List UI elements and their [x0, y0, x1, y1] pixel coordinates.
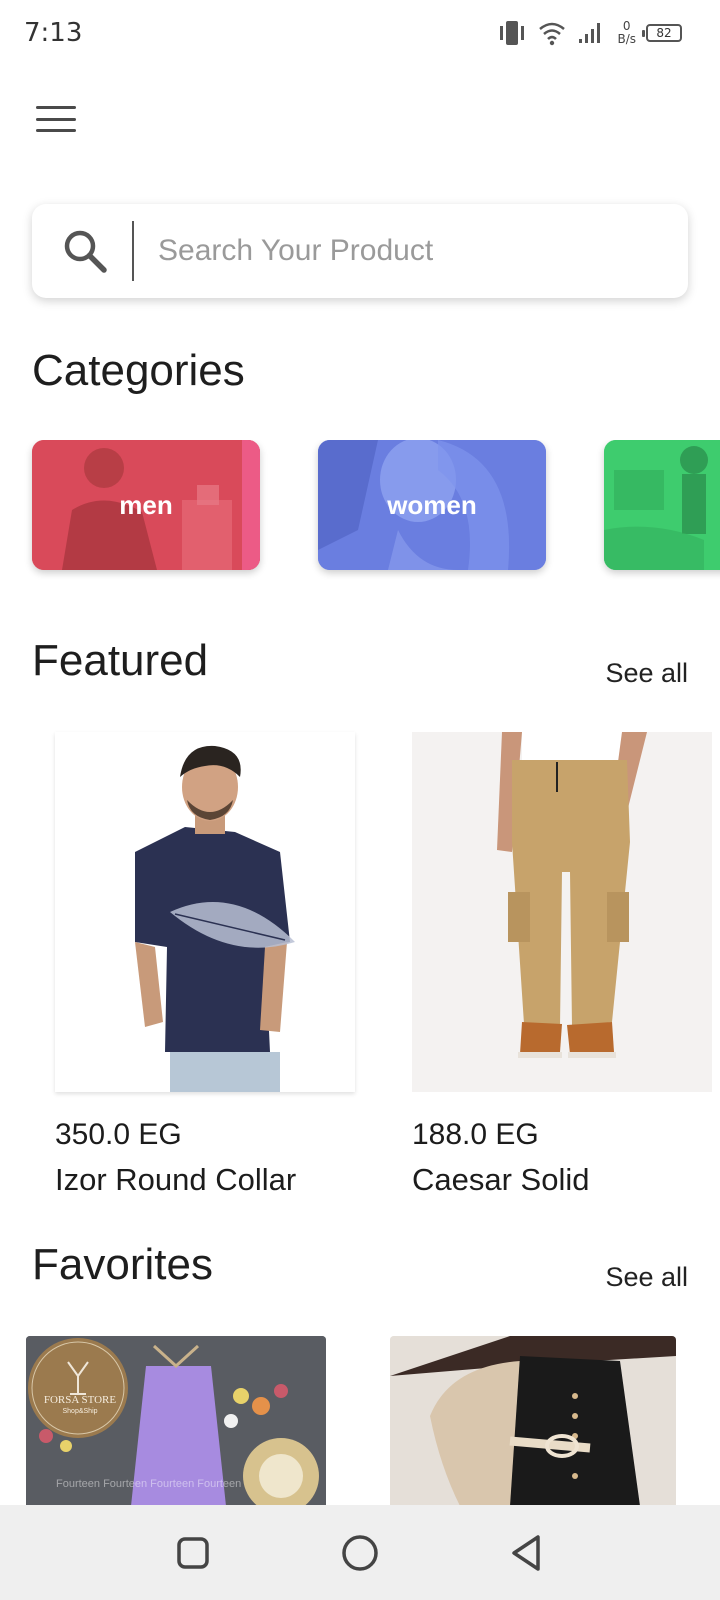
- menu-icon-line: [36, 106, 76, 109]
- featured-see-all-link[interactable]: See all: [605, 658, 688, 689]
- tshirt-product-image: [55, 732, 355, 1092]
- back-triangle-icon: [511, 1534, 540, 1571]
- product-price: 188.0 EG: [412, 1118, 539, 1151]
- wifi-icon: [539, 22, 566, 46]
- vibrate-icon: [500, 21, 525, 45]
- back-button[interactable]: [497, 1523, 557, 1583]
- store-badge-tagline: Shop&Ship: [62, 1408, 98, 1415]
- pants-product-image: [412, 732, 712, 1092]
- menu-icon-line: [36, 129, 76, 132]
- store-badge-name: FORSA STORE: [43, 1394, 117, 1406]
- search-input[interactable]: [158, 234, 638, 268]
- search-divider: [132, 221, 134, 281]
- featured-product-image[interactable]: [412, 732, 712, 1092]
- battery-icon: 82: [642, 24, 682, 42]
- home-button[interactable]: [330, 1523, 390, 1583]
- status-bar: 7:13 0 B/s 82: [0, 0, 720, 64]
- signal-icon: [579, 23, 601, 43]
- network-speed-unit: B/s: [617, 32, 636, 46]
- system-navigation-bar: [0, 1505, 720, 1600]
- favorites-title: Favorites: [32, 1240, 213, 1289]
- battery-level: 82: [656, 26, 672, 40]
- product-name: Caesar Solid: [412, 1162, 590, 1197]
- category-label: women: [387, 489, 477, 520]
- category-card-kids[interactable]: k: [604, 440, 720, 570]
- circle-icon: [342, 1534, 378, 1571]
- network-speed: 0 B/s: [617, 20, 636, 46]
- recents-button[interactable]: [163, 1523, 223, 1583]
- menu-icon-line: [36, 117, 76, 121]
- category-label: men: [119, 489, 173, 520]
- categories-title: Categories: [32, 346, 245, 395]
- square-icon: [177, 1536, 210, 1569]
- favorite-product-image[interactable]: FORSA STORE Shop&Ship Fourteen Fourteen …: [26, 1336, 326, 1506]
- hamburger-menu-button[interactable]: [36, 104, 76, 134]
- category-card-men[interactable]: men: [32, 440, 260, 570]
- favorites-see-all-link[interactable]: See all: [605, 1262, 688, 1293]
- favorite-product-image[interactable]: [390, 1336, 676, 1506]
- featured-title: Featured: [32, 636, 209, 685]
- search-icon[interactable]: [62, 228, 122, 274]
- product-price: 350.0 EG: [55, 1118, 182, 1151]
- image-watermark: Fourteen Fourteen Fourteen Fourteen: [56, 1478, 242, 1490]
- categories-list: men women k: [0, 440, 720, 580]
- status-icons: 0 B/s 82: [497, 16, 682, 50]
- category-card-women[interactable]: women: [318, 440, 546, 570]
- status-time: 7:13: [24, 18, 83, 48]
- dress-set-product-image: [390, 1336, 676, 1506]
- product-name: Izor Round Collar: [55, 1162, 297, 1197]
- featured-product-image[interactable]: [55, 732, 355, 1092]
- category-image: [604, 440, 720, 570]
- search-bar[interactable]: [32, 204, 688, 298]
